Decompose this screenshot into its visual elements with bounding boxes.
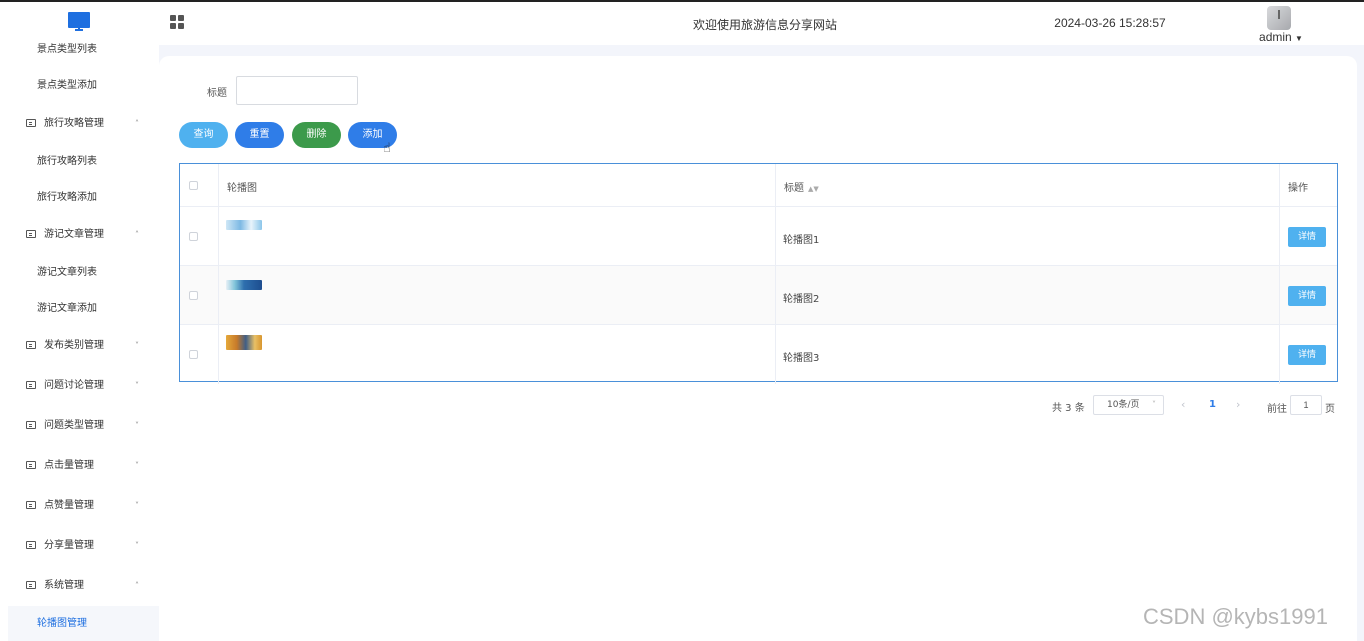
folder-icon — [26, 581, 36, 589]
menu-card-icon — [26, 541, 36, 549]
delete-button[interactable]: 删除 — [292, 122, 341, 148]
username: admin — [1259, 30, 1292, 44]
row-checkbox[interactable] — [189, 291, 198, 300]
chevron-down-icon: ˅ — [135, 421, 139, 430]
query-button[interactable]: 查询 — [179, 122, 228, 148]
table-header-row: 轮播图 标题 ▲▼ 操作 — [180, 164, 1337, 207]
menu-card-icon — [26, 119, 36, 127]
select-all-checkbox[interactable] — [189, 181, 198, 190]
menu-card-icon — [26, 381, 36, 389]
row-checkbox[interactable] — [189, 350, 198, 359]
top-header: 欢迎使用旅游信息分享网站 2024-03-26 15:28:57 admin ▼ — [0, 2, 1364, 45]
chevron-down-icon: ▼ — [1295, 34, 1303, 43]
menu-card-icon — [26, 230, 36, 238]
menu-card-icon — [26, 341, 36, 349]
chevron-up-icon: ˄ — [135, 581, 139, 590]
chevron-up-icon: ˄ — [135, 230, 139, 239]
sidebar-item-travel-guide-add[interactable]: 旅行攻略添加 — [0, 180, 159, 216]
current-datetime: 2024-03-26 15:28:57 — [1054, 16, 1166, 30]
sidebar-item-travelogue-add[interactable]: 游记文章添加 — [0, 291, 159, 327]
sidebar-item-scenic-type-add[interactable]: 景点类型添加 — [0, 68, 159, 104]
chevron-down-icon: ˅ — [135, 541, 139, 550]
chevron-down-icon: ˅ — [135, 461, 139, 470]
chevron-down-icon: ˅ — [135, 501, 139, 510]
column-header-op: 操作 — [1288, 183, 1308, 194]
sidebar-group-system[interactable]: 系统管理 ˄ — [0, 568, 159, 604]
detail-button[interactable]: 详情 — [1288, 227, 1326, 247]
carousel-thumbnail — [226, 335, 262, 350]
menu-card-icon — [26, 461, 36, 469]
page-size-select[interactable]: 10条/页 ˅ — [1093, 395, 1164, 415]
sidebar-item-carousel[interactable]: 轮播图管理 — [8, 606, 159, 641]
row-title: 轮播图1 — [783, 235, 820, 246]
detail-button[interactable]: 详情 — [1288, 345, 1326, 365]
page-number-current[interactable]: 1 — [1209, 399, 1216, 410]
chevron-down-icon: ˅ — [135, 381, 139, 390]
chevron-up-icon: ˄ — [135, 119, 139, 128]
goto-page-input[interactable] — [1290, 395, 1322, 415]
sidebar-group-travel-guide[interactable]: 旅行攻略管理 ˄ — [0, 106, 159, 142]
menu-card-icon — [26, 501, 36, 509]
row-title: 轮播图2 — [783, 294, 820, 305]
sidebar-group-shares[interactable]: 分享量管理 ˅ — [0, 528, 159, 564]
user-menu[interactable]: admin ▼ — [1256, 30, 1306, 44]
reset-button[interactable]: 重置 — [235, 122, 284, 148]
watermark: CSDN @kybs1991 — [1143, 604, 1328, 629]
sidebar-group-clicks[interactable]: 点击量管理 ˅ — [0, 448, 159, 484]
sidebar: 景点类型列表 景点类型添加 旅行攻略管理 ˄ 旅行攻略列表 旅行攻略添加 游记文章… — [0, 44, 159, 641]
search-title-label: 标题 — [207, 88, 227, 99]
sidebar-item-travelogue-list[interactable]: 游记文章列表 — [0, 255, 159, 291]
carousel-thumbnail — [226, 220, 262, 230]
carousel-table: 轮播图 标题 ▲▼ 操作 轮播图1 详情 轮播图2 详情 轮播图3 详情 — [179, 163, 1338, 384]
monitor-icon[interactable] — [68, 12, 90, 31]
chevron-down-icon: ˅ — [1152, 400, 1156, 409]
sort-icon[interactable]: ▲▼ — [808, 185, 819, 193]
chevron-down-icon: ˅ — [135, 341, 139, 350]
sidebar-group-likes[interactable]: 点赞量管理 ˅ — [0, 488, 159, 524]
sidebar-item-scenic-type-list[interactable]: 景点类型列表 — [0, 32, 159, 68]
sidebar-group-discussion[interactable]: 问题讨论管理 ˅ — [0, 368, 159, 404]
search-title-input[interactable] — [236, 76, 358, 105]
sidebar-group-category[interactable]: 发布类别管理 ˅ — [0, 328, 159, 364]
column-header-title: 标题 ▲▼ — [784, 183, 819, 194]
sidebar-group-question-type[interactable]: 问题类型管理 ˅ — [0, 408, 159, 444]
table-row: 轮播图2 详情 — [180, 266, 1337, 325]
detail-button[interactable]: 详情 — [1288, 286, 1326, 306]
sidebar-item-travel-guide-list[interactable]: 旅行攻略列表 — [0, 144, 159, 180]
site-title: 欢迎使用旅游信息分享网站 — [692, 18, 837, 32]
next-page-icon[interactable]: › — [1236, 398, 1240, 411]
table-row: 轮播图3 详情 — [180, 325, 1337, 384]
page-suffix-label: 页 — [1325, 404, 1335, 415]
row-title: 轮播图3 — [783, 353, 820, 364]
user-avatar[interactable] — [1267, 6, 1291, 30]
pagination-total: 共 3 条 — [1052, 403, 1085, 414]
column-header-image: 轮播图 — [227, 183, 257, 194]
row-checkbox[interactable] — [189, 232, 198, 241]
goto-label: 前往 — [1267, 404, 1287, 415]
grid-menu-icon[interactable] — [170, 15, 184, 29]
menu-card-icon — [26, 421, 36, 429]
sidebar-group-travelogue[interactable]: 游记文章管理 ˄ — [0, 217, 159, 253]
prev-page-icon[interactable]: ‹ — [1181, 398, 1185, 411]
carousel-thumbnail — [226, 280, 262, 290]
table-row: 轮播图1 详情 — [180, 207, 1337, 266]
hand-cursor-icon: ☝ — [383, 141, 391, 156]
